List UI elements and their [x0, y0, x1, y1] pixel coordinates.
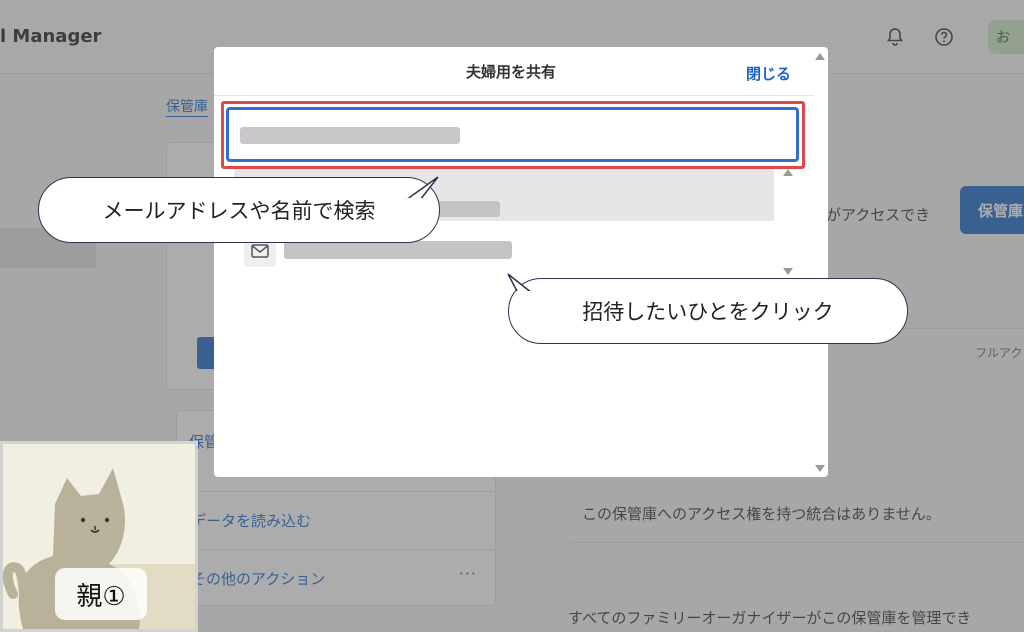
close-button[interactable]: 閉じる [746, 63, 791, 84]
search-callout-tail [405, 176, 439, 201]
click-callout-tail [507, 273, 534, 294]
redacted-search-text [240, 127, 460, 144]
results-scrollbar[interactable] [782, 169, 794, 275]
redacted-email [284, 241, 512, 259]
scroll-down-icon[interactable] [783, 268, 793, 275]
scroll-up-icon[interactable] [815, 53, 825, 60]
share-dialog: 夫婦用を共有 閉じる [214, 47, 828, 477]
search-callout: メールアドレスや名前で検索 [38, 177, 440, 243]
redacted-user-name [434, 201, 500, 217]
presenter-label: 親① [55, 568, 147, 620]
dialog-title: 夫婦用を共有 [465, 63, 556, 81]
dialog-divider [214, 95, 814, 96]
scroll-down-icon[interactable] [815, 465, 825, 472]
presenter-thumbnail: 親① [0, 441, 198, 632]
dialog-scrollbar[interactable] [814, 47, 826, 477]
click-callout: 招待したいひとをクリック [508, 278, 908, 344]
scroll-up-icon[interactable] [783, 169, 793, 176]
